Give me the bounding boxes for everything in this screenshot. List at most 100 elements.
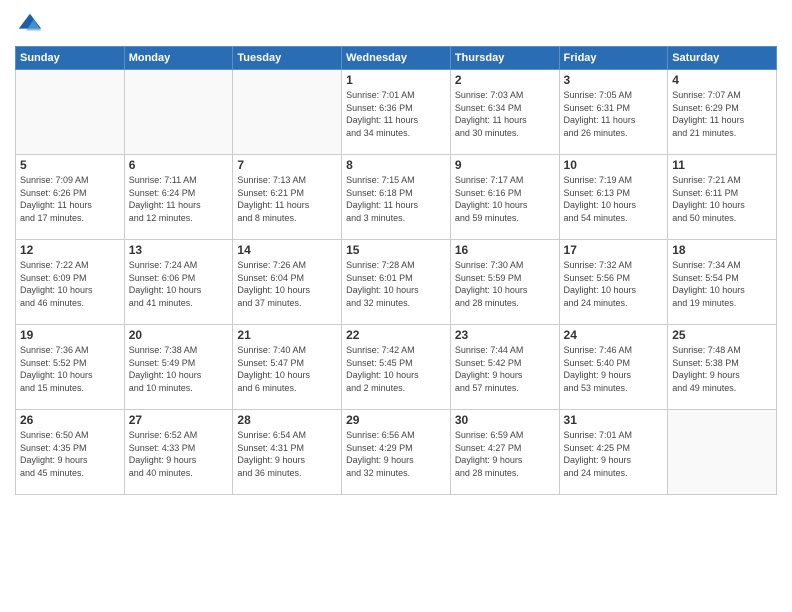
day-info: Sunrise: 7:32 AM Sunset: 5:56 PM Dayligh…: [564, 259, 664, 309]
weekday-header-wednesday: Wednesday: [342, 47, 451, 70]
day-number: 30: [455, 413, 555, 427]
calendar-cell: 18Sunrise: 7:34 AM Sunset: 5:54 PM Dayli…: [668, 240, 777, 325]
day-number: 18: [672, 243, 772, 257]
day-number: 23: [455, 328, 555, 342]
day-number: 9: [455, 158, 555, 172]
day-info: Sunrise: 7:46 AM Sunset: 5:40 PM Dayligh…: [564, 344, 664, 394]
day-info: Sunrise: 7:05 AM Sunset: 6:31 PM Dayligh…: [564, 89, 664, 139]
day-info: Sunrise: 7:15 AM Sunset: 6:18 PM Dayligh…: [346, 174, 446, 224]
day-number: 10: [564, 158, 664, 172]
calendar-cell: 16 Sunrise: 7:30 AM Sunset: 5:59 PM Dayli…: [450, 240, 559, 325]
day-number: 7: [237, 158, 337, 172]
day-info: Sunrise: 7:38 AM Sunset: 5:49 PM Dayligh…: [129, 344, 229, 394]
day-number: 12: [20, 243, 120, 257]
day-number: 21: [237, 328, 337, 342]
weekday-header-row: SundayMondayTuesdayWednesdayThursdayFrid…: [16, 47, 777, 70]
day-info: Sunrise: 6:52 AM Sunset: 4:33 PM Dayligh…: [129, 429, 229, 479]
day-info: Sunrise: 7:03 AM Sunset: 6:34 PM Dayligh…: [455, 89, 555, 139]
calendar-cell: [16, 70, 125, 155]
day-number: 22: [346, 328, 446, 342]
day-number: 14: [237, 243, 337, 257]
calendar-cell: 28 Sunrise: 6:54 AM Sunset: 4:31 PM Dayli…: [233, 410, 342, 495]
day-number: 11: [672, 158, 772, 172]
calendar-cell: [668, 410, 777, 495]
logo-icon: [15, 10, 43, 38]
day-info: Sunrise: 6:50 AM Sunset: 4:35 PM Dayligh…: [20, 429, 120, 479]
calendar-cell: 1 Sunrise: 7:01 AM Sunset: 6:36 PM Daylig…: [342, 70, 451, 155]
calendar-cell: 27 Sunrise: 6:52 AM Sunset: 4:33 PM Dayli…: [124, 410, 233, 495]
day-number: 2: [455, 73, 555, 87]
calendar-cell: 31 Sunrise: 7:01 AM Sunset: 4:25 PM Dayli…: [559, 410, 668, 495]
day-number: 28: [237, 413, 337, 427]
calendar-cell: 26 Sunrise: 6:50 AM Sunset: 4:35 PM Dayli…: [16, 410, 125, 495]
day-number: 1: [346, 73, 446, 87]
day-info: Sunrise: 7:48 AM Sunset: 5:38 PM Dayligh…: [672, 344, 772, 394]
day-info: Sunrise: 7:09 AM Sunset: 6:26 PM Dayligh…: [20, 174, 120, 224]
weekday-header-sunday: Sunday: [16, 47, 125, 70]
week-row-5: 26 Sunrise: 6:50 AM Sunset: 4:35 PM Dayli…: [16, 410, 777, 495]
day-number: 16: [455, 243, 555, 257]
day-info: Sunrise: 7:21 AM Sunset: 6:11 PM Dayligh…: [672, 174, 772, 224]
calendar-cell: 30Sunrise: 6:59 AM Sunset: 4:27 PM Dayli…: [450, 410, 559, 495]
day-info: Sunrise: 7:36 AM Sunset: 5:52 PM Dayligh…: [20, 344, 120, 394]
day-info: Sunrise: 7:07 AM Sunset: 6:29 PM Dayligh…: [672, 89, 772, 139]
calendar-cell: 10 Sunrise: 7:19 AM Sunset: 6:13 PM Dayli…: [559, 155, 668, 240]
calendar-cell: 9Sunrise: 7:17 AM Sunset: 6:16 PM Daylig…: [450, 155, 559, 240]
day-info: Sunrise: 7:01 AM Sunset: 4:25 PM Dayligh…: [564, 429, 664, 479]
day-number: 15: [346, 243, 446, 257]
day-number: 31: [564, 413, 664, 427]
day-number: 27: [129, 413, 229, 427]
calendar-cell: 5 Sunrise: 7:09 AM Sunset: 6:26 PM Daylig…: [16, 155, 125, 240]
day-info: Sunrise: 7:11 AM Sunset: 6:24 PM Dayligh…: [129, 174, 229, 224]
calendar-cell: [233, 70, 342, 155]
day-number: 29: [346, 413, 446, 427]
calendar-cell: 4 Sunrise: 7:07 AM Sunset: 6:29 PM Daylig…: [668, 70, 777, 155]
calendar-table: SundayMondayTuesdayWednesdayThursdayFrid…: [15, 46, 777, 495]
day-number: 26: [20, 413, 120, 427]
day-number: 20: [129, 328, 229, 342]
calendar-cell: 15Sunrise: 7:28 AM Sunset: 6:01 PM Dayli…: [342, 240, 451, 325]
day-number: 24: [564, 328, 664, 342]
day-info: Sunrise: 7:26 AM Sunset: 6:04 PM Dayligh…: [237, 259, 337, 309]
day-info: Sunrise: 7:24 AM Sunset: 6:06 PM Dayligh…: [129, 259, 229, 309]
day-info: Sunrise: 7:22 AM Sunset: 6:09 PM Dayligh…: [20, 259, 120, 309]
calendar-cell: 24 Sunrise: 7:46 AM Sunset: 5:40 PM Dayli…: [559, 325, 668, 410]
page-header: [15, 10, 777, 38]
calendar-cell: 17 Sunrise: 7:32 AM Sunset: 5:56 PM Dayli…: [559, 240, 668, 325]
day-number: 13: [129, 243, 229, 257]
calendar-cell: 19 Sunrise: 7:36 AM Sunset: 5:52 PM Dayli…: [16, 325, 125, 410]
day-number: 25: [672, 328, 772, 342]
day-info: Sunrise: 7:01 AM Sunset: 6:36 PM Dayligh…: [346, 89, 446, 139]
calendar-cell: 7Sunrise: 7:13 AM Sunset: 6:21 PM Daylig…: [233, 155, 342, 240]
day-number: 4: [672, 73, 772, 87]
day-info: Sunrise: 7:42 AM Sunset: 5:45 PM Dayligh…: [346, 344, 446, 394]
calendar-cell: 8 Sunrise: 7:15 AM Sunset: 6:18 PM Daylig…: [342, 155, 451, 240]
day-info: Sunrise: 6:54 AM Sunset: 4:31 PM Dayligh…: [237, 429, 337, 479]
calendar-cell: 22 Sunrise: 7:42 AM Sunset: 5:45 PM Dayli…: [342, 325, 451, 410]
day-number: 6: [129, 158, 229, 172]
calendar-cell: 21 Sunrise: 7:40 AM Sunset: 5:47 PM Dayli…: [233, 325, 342, 410]
weekday-header-friday: Friday: [559, 47, 668, 70]
day-number: 19: [20, 328, 120, 342]
day-info: Sunrise: 7:40 AM Sunset: 5:47 PM Dayligh…: [237, 344, 337, 394]
day-number: 17: [564, 243, 664, 257]
weekday-header-thursday: Thursday: [450, 47, 559, 70]
week-row-2: 5 Sunrise: 7:09 AM Sunset: 6:26 PM Daylig…: [16, 155, 777, 240]
day-info: Sunrise: 7:19 AM Sunset: 6:13 PM Dayligh…: [564, 174, 664, 224]
day-number: 5: [20, 158, 120, 172]
calendar-cell: [124, 70, 233, 155]
calendar-cell: 25 Sunrise: 7:48 AM Sunset: 5:38 PM Dayli…: [668, 325, 777, 410]
day-number: 8: [346, 158, 446, 172]
day-info: Sunrise: 6:56 AM Sunset: 4:29 PM Dayligh…: [346, 429, 446, 479]
day-info: Sunrise: 7:44 AM Sunset: 5:42 PM Dayligh…: [455, 344, 555, 394]
weekday-header-monday: Monday: [124, 47, 233, 70]
calendar-cell: 2 Sunrise: 7:03 AM Sunset: 6:34 PM Daylig…: [450, 70, 559, 155]
calendar-cell: 23 Sunrise: 7:44 AM Sunset: 5:42 PM Dayli…: [450, 325, 559, 410]
calendar-cell: 12 Sunrise: 7:22 AM Sunset: 6:09 PM Dayli…: [16, 240, 125, 325]
weekday-header-tuesday: Tuesday: [233, 47, 342, 70]
calendar-cell: 13 Sunrise: 7:24 AM Sunset: 6:06 PM Dayli…: [124, 240, 233, 325]
day-info: Sunrise: 7:30 AM Sunset: 5:59 PM Dayligh…: [455, 259, 555, 309]
calendar-cell: 6 Sunrise: 7:11 AM Sunset: 6:24 PM Daylig…: [124, 155, 233, 240]
calendar-cell: 14 Sunrise: 7:26 AM Sunset: 6:04 PM Dayli…: [233, 240, 342, 325]
calendar-cell: 29 Sunrise: 6:56 AM Sunset: 4:29 PM Dayli…: [342, 410, 451, 495]
